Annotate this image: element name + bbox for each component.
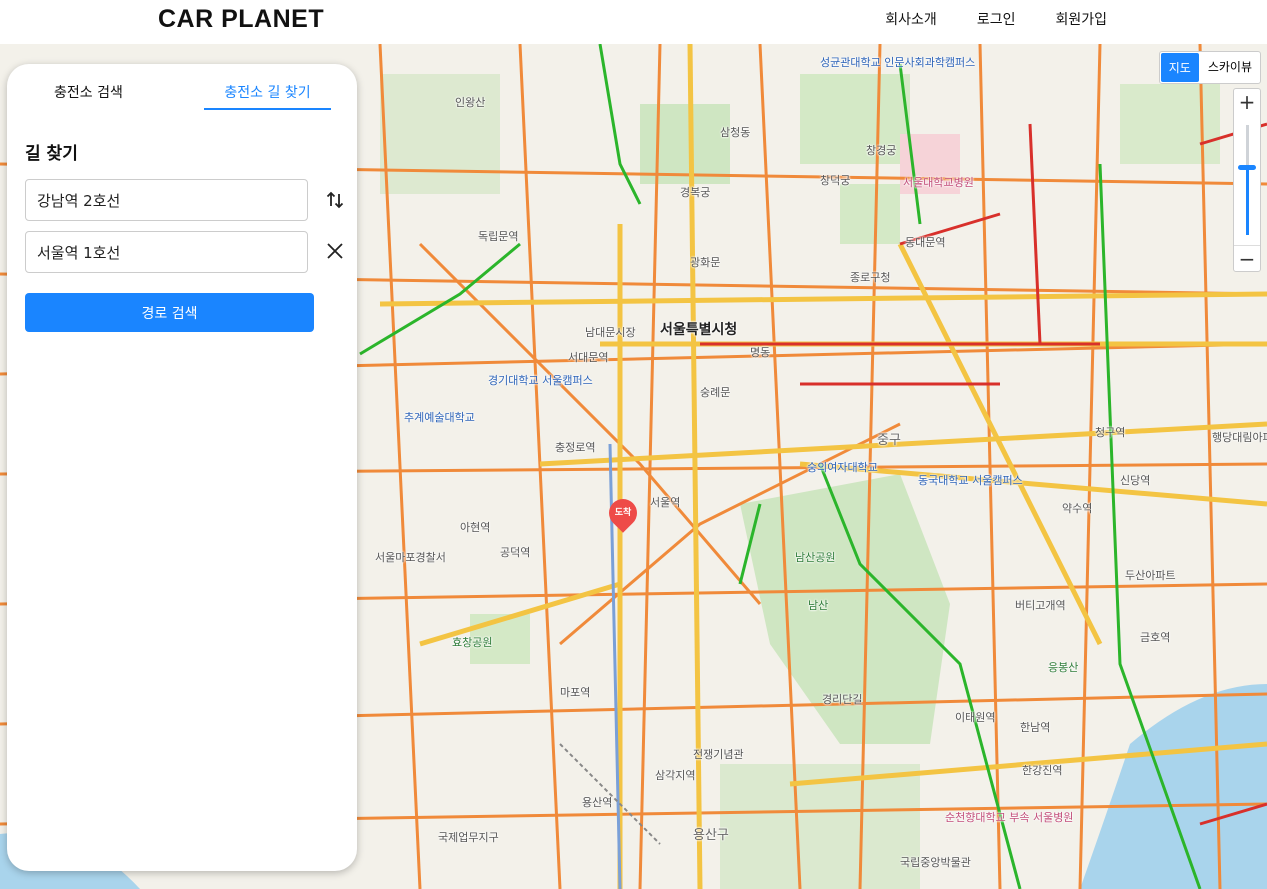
map-label: 약수역 — [1062, 502, 1093, 515]
swap-vertical-icon[interactable] — [325, 190, 345, 210]
map-label: 서울대학교병원 — [903, 176, 974, 189]
brand-logo[interactable]: CAR PLANET — [158, 5, 324, 34]
map-label: 행당대림아파트 — [1212, 431, 1267, 444]
map-label: 서대문역 — [568, 351, 609, 364]
map-label: 경복궁 — [680, 186, 711, 199]
map-label: 금호역 — [1140, 631, 1171, 644]
map-label: 서울역 — [650, 496, 681, 509]
map-label: 중구 — [877, 433, 901, 448]
map-label: 성균관대학교 인문사회과학캠퍼스 — [820, 56, 976, 69]
panel-tabs: 충전소 검색 충전소 길 찾기 — [7, 82, 357, 110]
map-label: 서울마포경찰서 — [375, 551, 446, 564]
map-label: 국립중앙박물관 — [900, 856, 971, 869]
map-label: 남산공원 — [795, 551, 836, 564]
map-label: 서울특별시청 — [660, 322, 738, 338]
map-label: 경기대학교 서울캠퍼스 — [488, 374, 593, 387]
map-label: 버티고개역 — [1015, 599, 1066, 612]
map-label: 삼각지역 — [655, 769, 696, 782]
map-label: 삼청동 — [720, 126, 751, 139]
route-search-button[interactable]: 경로 검색 — [25, 293, 314, 332]
zoom-level-fill — [1246, 167, 1249, 235]
tab-station-route[interactable]: 충전소 길 찾기 — [204, 82, 331, 110]
map-label: 인왕산 — [455, 96, 486, 109]
map-label: 용산역 — [582, 796, 613, 809]
map-label: 이태원역 — [955, 711, 996, 724]
map-label: 청구역 — [1095, 426, 1126, 439]
destination-input[interactable] — [25, 231, 308, 273]
top-nav: 회사소개 로그인 회원가입 — [885, 9, 1107, 29]
map-label: 효창공원 — [452, 636, 493, 649]
map-label: 두산아파트 — [1125, 569, 1176, 582]
map-label: 남산 — [808, 599, 829, 612]
park-area — [640, 104, 730, 184]
nav-signup[interactable]: 회원가입 — [1055, 9, 1107, 29]
zoom-out-button[interactable]: − — [1234, 245, 1260, 271]
map-label: 명동 — [750, 346, 771, 359]
map-label: 국제업무지구 — [438, 831, 499, 844]
river — [1080, 684, 1267, 889]
zoom-control: + − — [1233, 88, 1261, 272]
map-label: 용산구 — [693, 828, 729, 843]
park-area — [1120, 84, 1220, 164]
map-label: 숭례문 — [700, 386, 731, 399]
map-label: 순천향대학교 부속 서울병원 — [945, 811, 1074, 824]
map-label: 응봉산 — [1048, 661, 1079, 674]
map-label: 동국대학교 서울캠퍼스 — [918, 474, 1023, 487]
map-label: 동대문역 — [905, 236, 946, 249]
nav-login[interactable]: 로그인 — [977, 9, 1016, 29]
park-area — [840, 184, 900, 244]
zoom-slider-handle[interactable] — [1238, 165, 1256, 170]
map-type-control: 지도 스카이뷰 — [1158, 51, 1261, 84]
app-header: CAR PLANET 회사소개 로그인 회원가입 — [0, 0, 1267, 44]
map-label: 독립문역 — [478, 230, 519, 243]
map-label: 광화문 — [690, 256, 721, 269]
map-label: 남대문시장 — [585, 326, 636, 339]
close-icon[interactable] — [325, 241, 345, 261]
map-label: 충정로역 — [555, 441, 596, 454]
marker-label: 도착 — [614, 508, 632, 518]
map-label: 한강진역 — [1022, 764, 1063, 777]
origin-input[interactable] — [25, 179, 308, 221]
map-label: 창경궁 — [866, 144, 897, 157]
map-label: 창덕궁 — [820, 174, 851, 187]
map-label: 신당역 — [1120, 474, 1151, 487]
map-label: 전쟁기념관 — [693, 748, 744, 761]
destination-marker[interactable]: 도착 — [603, 493, 643, 537]
map-type-roadmap-button[interactable]: 지도 — [1160, 53, 1199, 82]
map-label: 추계예술대학교 — [404, 411, 475, 424]
zoom-in-button[interactable]: + — [1234, 89, 1260, 115]
map-label: 공덕역 — [500, 546, 531, 559]
route-panel: 충전소 검색 충전소 길 찾기 길 찾기 경로 검색 — [7, 64, 357, 871]
section-title: 길 찾기 — [25, 144, 78, 164]
map-label: 경리단길 — [822, 693, 863, 706]
nav-company-intro[interactable]: 회사소개 — [885, 9, 937, 29]
map-label: 마포역 — [560, 686, 591, 699]
map-label: 종로구청 — [850, 271, 891, 284]
park-area — [380, 74, 500, 194]
map-type-skyview-button[interactable]: 스카이뷰 — [1200, 52, 1260, 83]
tab-station-search[interactable]: 충전소 검색 — [54, 82, 123, 108]
map-label: 아현역 — [460, 521, 491, 534]
map-label: 숭의여자대학교 — [807, 461, 878, 474]
map-label: 한남역 — [1020, 721, 1051, 734]
